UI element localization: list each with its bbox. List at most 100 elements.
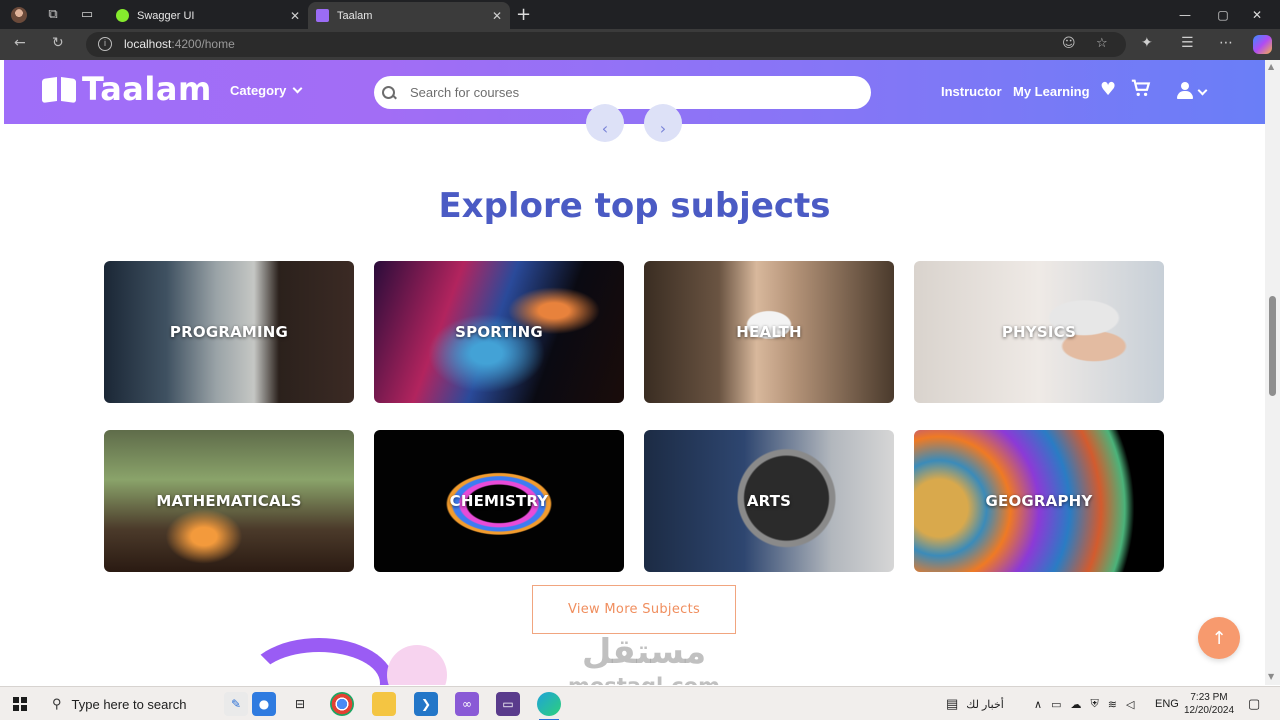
clock-date: 12/20/2024	[1183, 705, 1235, 716]
category-dropdown[interactable]: Category	[230, 83, 303, 98]
wifi-icon[interactable]: ≋	[1108, 698, 1117, 711]
instructor-link[interactable]: Instructor	[941, 84, 1002, 99]
window-close-icon[interactable]: ✕	[1234, 0, 1280, 29]
subject-card-sporting[interactable]: SPORTING	[374, 261, 624, 403]
subject-label: PHYSICS	[1001, 323, 1077, 341]
decorative-shape	[387, 645, 447, 685]
search-icon	[382, 85, 396, 100]
volume-icon[interactable]: ◁	[1126, 698, 1134, 711]
extensions-icon[interactable]: ✦	[1141, 35, 1153, 51]
webpage: Taalam Category Instructor My Learning ♥…	[4, 60, 1265, 685]
cloud-icon[interactable]: ☁	[1070, 698, 1081, 711]
clock[interactable]: 7:23 PM 12/20/2024	[1178, 691, 1240, 717]
terminal-icon[interactable]: ▭	[496, 692, 520, 716]
subject-card-chemistry[interactable]: CHEMISTRY	[374, 430, 624, 572]
copilot-icon[interactable]	[1253, 35, 1272, 54]
tab-title: Taalam	[337, 9, 373, 22]
browser-tab-taalam[interactable]: Taalam ✕	[308, 2, 510, 29]
decorative-shape	[244, 638, 394, 685]
page-scrollbar[interactable]: ▲ ▼	[1265, 60, 1280, 685]
tab-actions-icon[interactable]: ▭	[72, 0, 102, 29]
avatar	[11, 6, 27, 23]
visual-studio-icon[interactable]: ∞	[455, 692, 479, 716]
news-widget[interactable]: ▤ أخبار لك	[946, 687, 1004, 720]
my-learning-link[interactable]: My Learning	[1013, 84, 1090, 99]
subject-card-programing[interactable]: PROGRAMING	[104, 261, 354, 403]
profile-avatar[interactable]	[4, 0, 34, 29]
subject-card-arts[interactable]: ARTS	[644, 430, 894, 572]
search-input[interactable]	[410, 85, 850, 100]
subject-card-geography[interactable]: GEOGRAPHY	[914, 430, 1164, 572]
chrome-icon[interactable]	[330, 692, 354, 716]
new-tab-icon[interactable]: +	[516, 4, 531, 25]
reader-icon[interactable]: ☺	[1062, 36, 1076, 51]
site-info-icon[interactable]: i	[98, 37, 112, 51]
site-logo[interactable]: Taalam	[42, 70, 212, 108]
favorite-star-icon[interactable]: ☆	[1096, 36, 1108, 51]
logo-text: Taalam	[82, 70, 212, 108]
url-field[interactable]: i localhost:4200/home ☺ ☆	[86, 32, 1126, 57]
workspaces-icon[interactable]: ⧉	[38, 0, 68, 29]
close-icon[interactable]: ✕	[290, 9, 300, 23]
chevron-right-icon: ›	[659, 118, 667, 138]
address-bar: ← ↻ i localhost:4200/home ☺ ☆ ✦ ☰ ⋯	[0, 29, 1280, 60]
notifications-icon[interactable]: ▢	[1248, 687, 1260, 720]
scroll-to-top-button[interactable]: ↑	[1198, 617, 1240, 659]
subject-label: HEALTH	[736, 323, 802, 341]
windows-taskbar: ⚲ Type here to search ✎ ● ⊟ ❯ ∞ ▭ ▤ أخبا…	[0, 686, 1280, 720]
subject-label: GEOGRAPHY	[985, 492, 1093, 510]
security-icon[interactable]: ⛨	[1090, 698, 1098, 711]
watermark-latin: mostaql.com	[564, 674, 724, 685]
system-tray-icons: ∧ ▭ ☁ ⛨ ≋ ◁	[1034, 687, 1134, 720]
chevron-down-icon[interactable]	[1197, 85, 1208, 96]
scrollbar-thumb[interactable]	[1269, 296, 1276, 396]
widgets-icon[interactable]: ✎	[224, 692, 248, 716]
back-icon[interactable]: ←	[14, 35, 26, 51]
news-icon: ▤	[946, 696, 959, 711]
vscode-icon[interactable]: ❯	[414, 692, 438, 716]
chevron-down-icon	[292, 83, 303, 94]
language-indicator[interactable]: ENG	[1155, 687, 1179, 720]
category-label: Category	[230, 83, 287, 98]
subject-label: MATHEMATICALS	[156, 492, 302, 510]
carousel-next-button[interactable]: ›	[644, 104, 682, 142]
clock-time: 7:23 PM	[1190, 692, 1228, 703]
search-bar[interactable]	[374, 76, 871, 109]
url-path: :4200/home	[171, 37, 235, 51]
section-title: Explore top subjects	[438, 186, 831, 226]
heart-icon[interactable]: ♥	[1100, 79, 1116, 100]
news-label: أخبار لك	[966, 698, 1004, 711]
browser-tab-swagger[interactable]: Swagger UI ✕	[108, 2, 308, 29]
url-text: localhost:4200/home	[124, 37, 235, 51]
favorites-icon[interactable]: ☰	[1181, 35, 1194, 51]
subject-card-health[interactable]: HEALTH	[644, 261, 894, 403]
view-more-subjects-button[interactable]: View More Subjects	[532, 585, 736, 634]
subject-label: ARTS	[746, 492, 792, 510]
scroll-down-icon[interactable]: ▼	[1268, 672, 1274, 681]
task-view-icon[interactable]: ⊟	[288, 692, 312, 716]
book-logo-icon	[42, 74, 76, 104]
edge-icon[interactable]	[537, 692, 561, 720]
arrow-up-icon: ↑	[1211, 627, 1227, 649]
subject-card-mathematicals[interactable]: MATHEMATICALS	[104, 430, 354, 572]
mostaql-watermark: مستقل mostaql.com	[564, 632, 724, 685]
carousel-prev-button[interactable]: ‹	[586, 104, 624, 142]
close-icon[interactable]: ✕	[492, 9, 502, 23]
scroll-up-icon[interactable]: ▲	[1268, 62, 1274, 71]
refresh-icon[interactable]: ↻	[52, 35, 64, 51]
more-options-icon[interactable]: ⋯	[1219, 35, 1233, 51]
taskbar-search[interactable]: ⚲ Type here to search	[40, 687, 214, 720]
user-icon[interactable]	[1177, 82, 1193, 100]
battery-icon[interactable]: ▭	[1051, 698, 1061, 711]
file-explorer-icon[interactable]	[372, 692, 396, 716]
browser-tab-bar: ⧉ ▭ Swagger UI ✕ Taalam ✕ + — ▢ ✕	[0, 0, 1280, 29]
subject-card-physics[interactable]: PHYSICS	[914, 261, 1164, 403]
tab-title: Swagger UI	[137, 9, 195, 22]
chevron-up-icon[interactable]: ∧	[1034, 698, 1042, 711]
subject-label: PROGRAMING	[169, 323, 289, 341]
subject-label: CHEMISTRY	[449, 492, 549, 510]
chevron-left-icon: ‹	[601, 118, 609, 138]
cart-icon[interactable]	[1130, 77, 1152, 104]
copilot-taskbar-icon[interactable]: ●	[252, 692, 276, 716]
windows-start-icon[interactable]	[13, 697, 27, 711]
